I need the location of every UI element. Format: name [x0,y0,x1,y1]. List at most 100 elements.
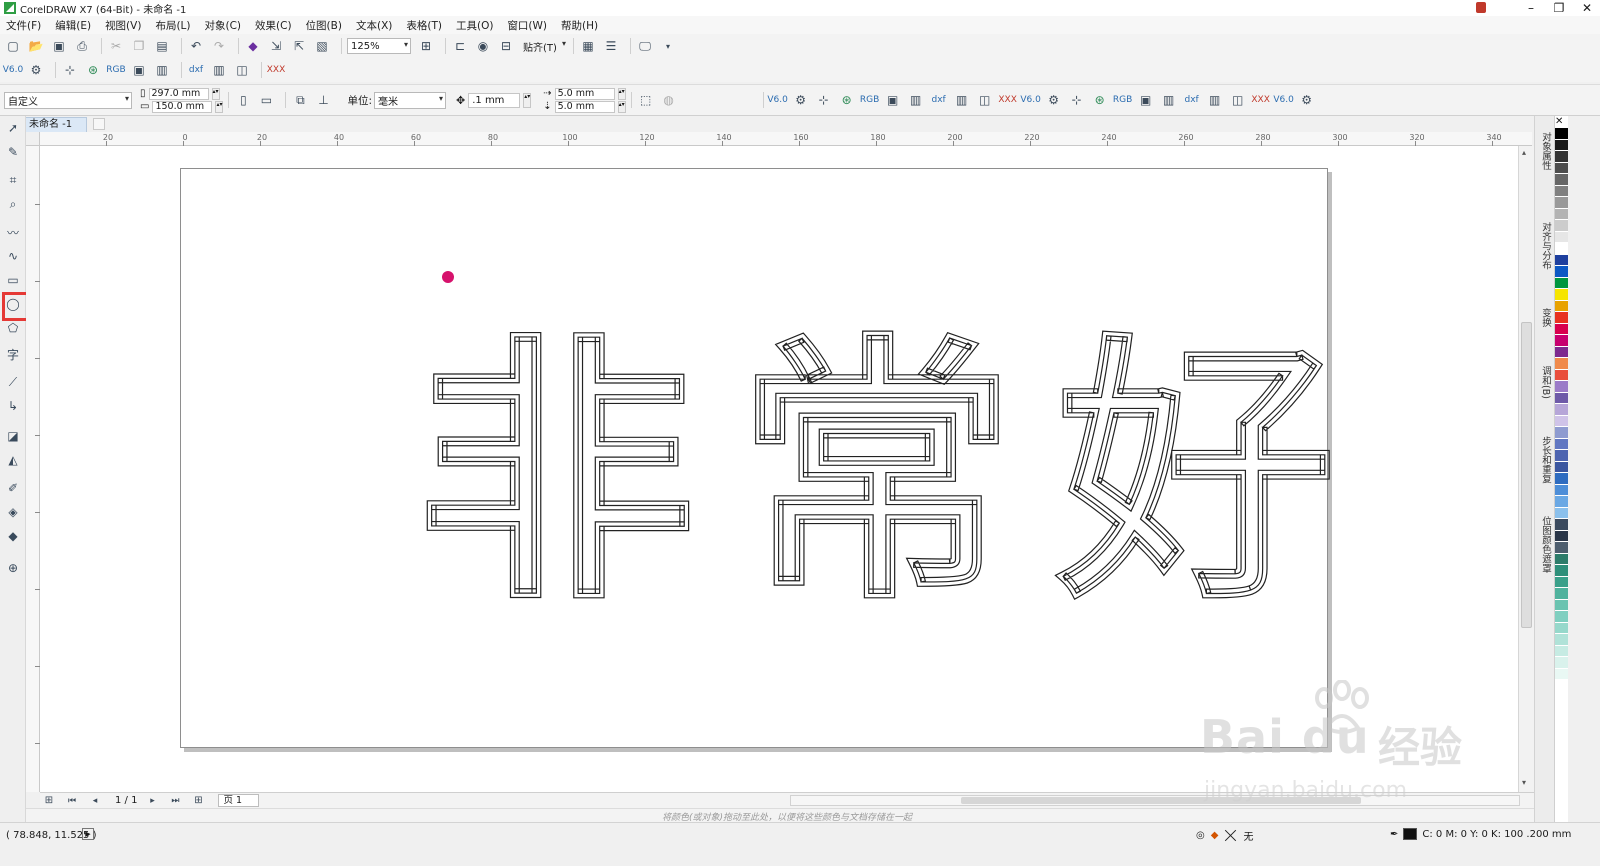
duplicate-y-field[interactable]: 5.0 mm [554,100,615,113]
color-swatch[interactable] [1555,139,1568,151]
new-tab-button[interactable] [93,118,106,130]
version-badge-3-icon[interactable]: V6.0 [1020,91,1040,109]
xxx-tool-2-icon[interactable]: XXX [998,91,1017,109]
treat-as-filled-icon[interactable]: ⬚ [637,91,655,109]
vertical-ruler[interactable] [26,146,40,821]
page-height-field[interactable]: 150.0 mm [152,100,213,113]
close-button[interactable]: ✕ [1580,1,1594,15]
menu-effects[interactable]: 效果(C) [255,18,292,33]
color-swatch[interactable] [1555,323,1568,335]
layers-2-icon[interactable]: ◫ [976,91,994,109]
pink-dot[interactable] [442,271,454,283]
vertical-scrollbar[interactable]: ▴ ▾ [1518,146,1534,792]
docker-blend[interactable]: 调和(B) [1538,366,1552,399]
color-swatch[interactable] [1555,461,1568,473]
prev-page-icon[interactable]: ◂ [86,792,104,810]
color-swatch[interactable] [1555,346,1568,358]
color-swatch[interactable] [1555,645,1568,657]
color-swatch[interactable] [1555,151,1568,163]
text-tool-icon[interactable]: 字 [5,346,21,362]
user-settings-2-icon[interactable]: ⚙ [792,91,810,109]
docker-object-properties[interactable]: 对象属性 [1538,132,1552,170]
horizontal-ruler[interactable]: 20 0 20 40 60 80 100 120 140 160 180 200 220 240 260 28… [40,132,1532,146]
ruler-origin[interactable] [26,132,40,146]
search-content-icon[interactable]: ◆ [244,37,262,55]
align-tool-2-icon[interactable]: ⊹ [815,91,833,109]
align-tool-3-icon[interactable]: ⊹ [1068,91,1086,109]
monitor-icon[interactable]: 🖵 [636,37,654,55]
color-swatch[interactable] [1555,381,1568,393]
user-settings-4-icon[interactable]: ⚙ [1298,91,1316,109]
nudge-spinner[interactable]: ▴▾ [523,92,532,108]
cut-icon[interactable]: ✂ [107,37,125,55]
docker-bitmap-color-mask[interactable]: 位图颜色遮罩 [1538,516,1552,573]
weld-3-icon[interactable]: ⊛ [1091,91,1109,109]
first-page-icon[interactable]: ⏮ [63,792,81,810]
freehand-tool-icon[interactable]: 〰 [5,224,21,240]
smart-fill-tool-icon[interactable]: ◆ [5,528,21,544]
save-icon[interactable]: ▣ [50,37,68,55]
color-palette[interactable]: ✕ [1554,116,1568,822]
color-swatch[interactable] [1555,369,1568,381]
docker-align-distribute[interactable]: 对齐与分布 [1538,222,1552,270]
color-swatch[interactable] [1555,312,1568,324]
document-palette[interactable]: 将颜色(或对象)拖动至此处，以便将这些颜色与文档存储在一起 [26,808,1534,823]
group-icon[interactable]: ▣ [130,61,148,79]
next-page-icon[interactable]: ▸ [143,792,161,810]
rectangle-tool-icon[interactable]: ▭ [5,272,21,288]
layers-icon[interactable]: ◫ [233,61,251,79]
menu-bitmaps[interactable]: 位图(B) [306,18,342,33]
menu-tools[interactable]: 工具(O) [456,18,493,33]
export-icon[interactable]: ⇱ [290,37,308,55]
zoom-tool-icon[interactable]: ⌕ [5,196,21,212]
color-swatch[interactable] [1555,392,1568,404]
undo-icon[interactable]: ↶ [187,37,205,55]
weld-icon[interactable]: ⊛ [84,61,102,79]
play-icon[interactable]: ▶ [82,828,94,840]
barcode-3-icon[interactable]: ▥ [1206,91,1224,109]
color-swatch[interactable] [1555,553,1568,565]
options-icon[interactable]: ▦ [579,37,597,55]
align-tool-icon[interactable]: ⊹ [61,61,79,79]
user-settings-3-icon[interactable]: ⚙ [1045,91,1063,109]
page-preset-select[interactable]: 自定义 ▾ [4,91,132,109]
import-icon[interactable]: ⇲ [267,37,285,55]
crop-tool-icon[interactable]: ⌗ [5,172,21,188]
color-swatch[interactable] [1555,208,1568,220]
page-width-field[interactable]: 297.0 mm [148,87,209,100]
transparency-tool-icon[interactable]: ◭ [5,452,21,468]
arrange-2-icon[interactable]: ▥ [907,91,925,109]
units-select[interactable]: 毫米 ▾ [374,91,446,109]
eyedropper-tool-icon[interactable]: ✐ [5,480,21,496]
xxx-tool-3-icon[interactable]: XXX [1251,91,1270,109]
arrange-3-icon[interactable]: ▥ [1160,91,1178,109]
color-swatch[interactable] [1555,588,1568,600]
maximize-button[interactable]: ❐ [1552,1,1566,15]
user-icon[interactable] [1476,2,1486,13]
barcode-2-icon[interactable]: ▥ [953,91,971,109]
color-swatch[interactable] [1555,473,1568,485]
color-swatch[interactable] [1555,220,1568,232]
menu-table[interactable]: 表格(T) [406,18,442,33]
color-swatch[interactable] [1555,668,1568,680]
color-swatch[interactable] [1555,128,1568,140]
color-swatch[interactable] [1555,197,1568,209]
add-page-after-icon[interactable]: ⊞ [189,792,207,810]
page-width-spinner[interactable]: ▴▾ [211,87,220,100]
page-height-spinner[interactable]: ▴▾ [215,100,224,113]
color-swatch[interactable] [1555,611,1568,623]
show-rulers-icon[interactable]: ⊏ [451,37,469,55]
new-document-icon[interactable]: ▢ [4,37,22,55]
interactive-fill-tool-icon[interactable]: ◈ [5,504,21,520]
color-swatch[interactable] [1555,530,1568,542]
rgb-tool-2-icon[interactable]: RGB [860,91,879,109]
docker-step-repeat[interactable]: 步长和重复 [1538,436,1552,484]
barcode-icon[interactable]: ▥ [210,61,228,79]
duplicate-x-spinner[interactable]: ▴▾ [617,87,626,100]
pick-tool-icon[interactable]: ➚ [5,120,21,136]
minimize-button[interactable]: – [1524,1,1538,15]
menu-text[interactable]: 文本(X) [356,18,392,33]
duplicate-y-spinner[interactable]: ▴▾ [617,100,626,113]
add-page-before-icon[interactable]: ⊞ [40,792,58,810]
group-3-icon[interactable]: ▣ [1137,91,1155,109]
